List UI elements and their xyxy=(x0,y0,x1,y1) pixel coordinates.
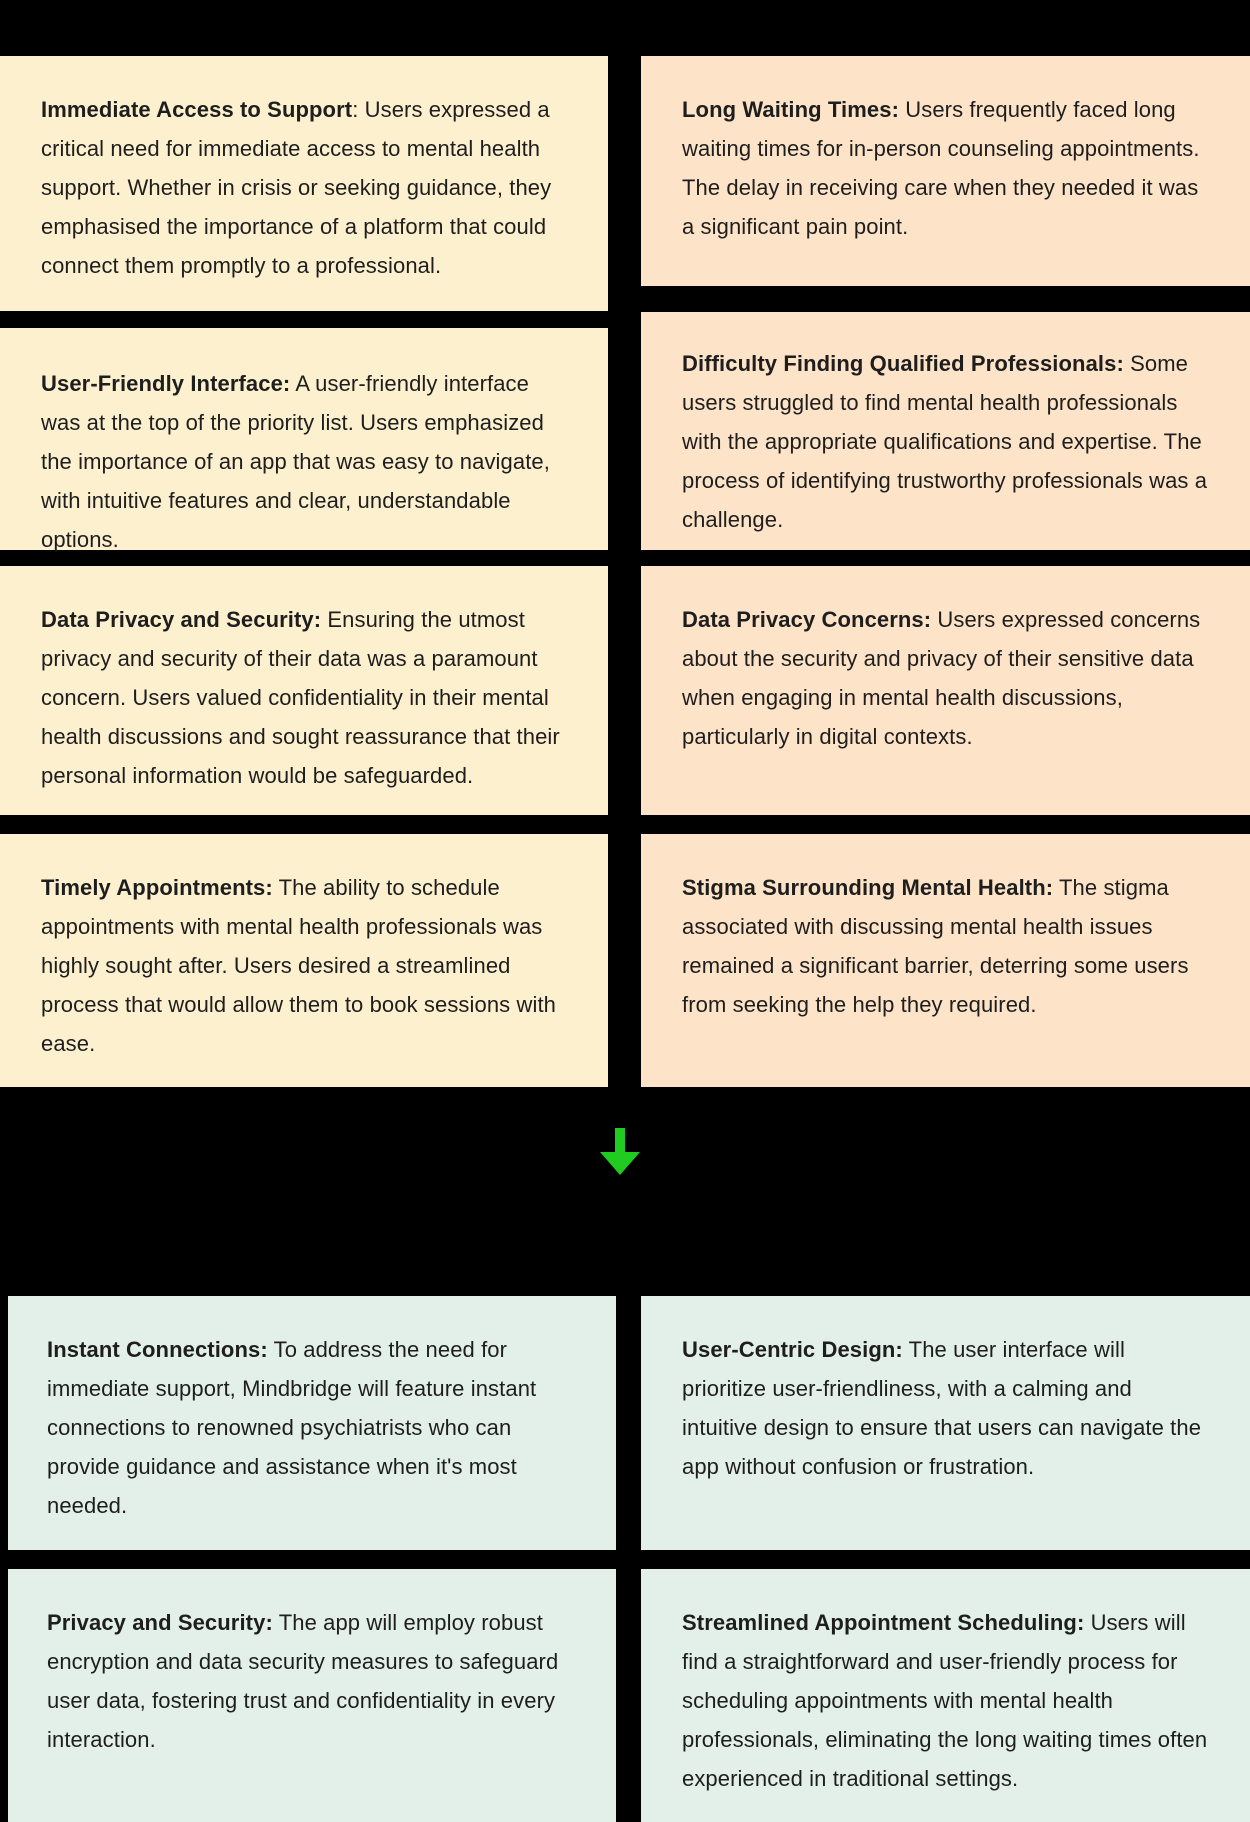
card-title: Privacy and Security: xyxy=(47,1610,273,1635)
user-need-card: User-Friendly Interface: A user-friendly… xyxy=(0,328,608,552)
card-title: Data Privacy and Security: xyxy=(41,607,322,632)
user-need-card: Timely Appointments: The ability to sche… xyxy=(0,834,608,1087)
card-body: : Users expressed a critical need for im… xyxy=(41,97,552,278)
card-body: A user-friendly interface was at the top… xyxy=(41,371,550,552)
pain-point-card: Long Waiting Times: Users frequently fac… xyxy=(641,56,1250,286)
card-title: Streamlined Appointment Scheduling: xyxy=(682,1610,1085,1635)
arrow-down-icon xyxy=(600,1128,640,1175)
card-title: Instant Connections: xyxy=(47,1337,268,1362)
card-title: Stigma Surrounding Mental Health: xyxy=(682,875,1054,900)
user-need-card: Data Privacy and Security: Ensuring the … xyxy=(0,566,608,815)
user-need-card: Immediate Access to Support: Users expre… xyxy=(0,56,608,311)
card-title: User-Centric Design: xyxy=(682,1337,903,1362)
card-body: The ability to schedule appointments wit… xyxy=(41,875,557,1056)
card-body: Users will find a straightforward and us… xyxy=(682,1610,1208,1791)
solution-card: Streamlined Appointment Scheduling: User… xyxy=(641,1569,1250,1822)
card-title: Timely Appointments: xyxy=(41,875,273,900)
card-title: Immediate Access to Support xyxy=(41,97,353,122)
card-body: Some users struggled to find mental heal… xyxy=(682,351,1208,532)
solution-card: User-Centric Design: The user interface … xyxy=(641,1296,1250,1550)
pain-point-card: Difficulty Finding Qualified Professiona… xyxy=(641,312,1250,550)
pain-point-card: Data Privacy Concerns: Users expressed c… xyxy=(641,566,1250,815)
card-title: User-Friendly Interface: xyxy=(41,371,291,396)
card-title: Long Waiting Times: xyxy=(682,97,900,122)
solution-card: Instant Connections: To address the need… xyxy=(8,1296,616,1550)
solution-card: Privacy and Security: The app will emplo… xyxy=(8,1569,616,1822)
card-title: Data Privacy Concerns: xyxy=(682,607,932,632)
card-body: Ensuring the utmost privacy and security… xyxy=(41,607,560,788)
card-body: To address the need for immediate suppor… xyxy=(47,1337,537,1518)
pain-point-card: Stigma Surrounding Mental Health: The st… xyxy=(641,834,1250,1087)
card-title: Difficulty Finding Qualified Professiona… xyxy=(682,351,1124,376)
